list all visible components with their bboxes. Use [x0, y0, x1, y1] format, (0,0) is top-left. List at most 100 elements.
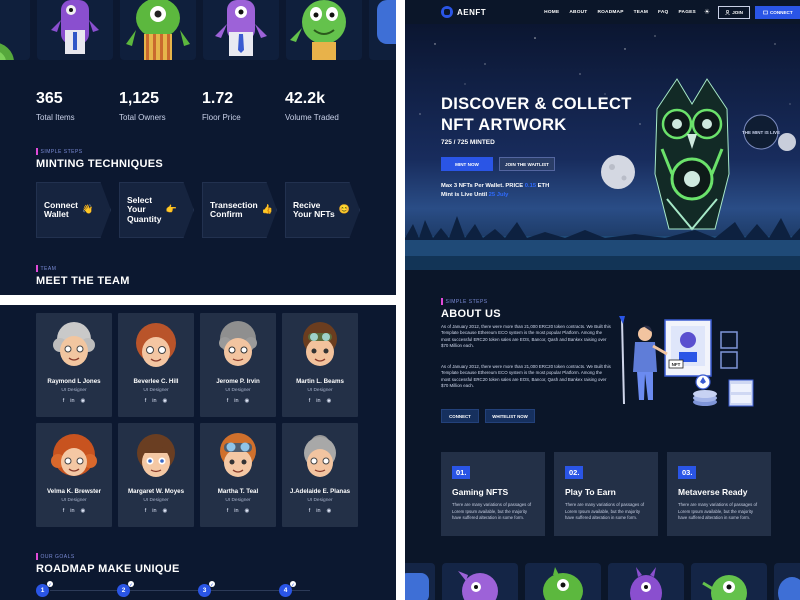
linkedin-icon[interactable]: in — [70, 508, 74, 514]
nav-about[interactable]: ABOUT — [569, 10, 587, 15]
stats-minting-panel: 365 Total Items 1,125 Total Owners 1.72 … — [0, 0, 396, 295]
facebook-icon[interactable]: f — [309, 508, 311, 514]
member-name: Martin L. Beams — [296, 378, 344, 385]
team-card[interactable]: J.Adelaide E. Planas UI Designer f in ◉ — [282, 423, 358, 527]
linkedin-icon[interactable]: in — [234, 508, 238, 514]
wallet-icon — [763, 10, 768, 14]
owl-nft-artwork[interactable] — [654, 78, 730, 231]
step-text: Transection — [210, 199, 258, 210]
nft-monster-image[interactable] — [369, 0, 396, 60]
stat-value: 1,125 — [119, 90, 160, 107]
step-transection-confirm[interactable]: Transection Confirm 👍 — [202, 182, 277, 238]
feature-card-play-to-earn[interactable]: 02. Play To Earn There are many variatio… — [554, 452, 658, 536]
facebook-icon[interactable]: f — [63, 508, 65, 514]
step-text: Confirm — [210, 209, 243, 219]
feature-title: Metaverse Ready — [678, 487, 748, 497]
nft-monster-image[interactable] — [525, 563, 601, 600]
step-receive-nfts[interactable]: Recive Your NFTs 😊 — [285, 182, 360, 238]
feature-number: 03. — [678, 466, 697, 479]
whatsapp-icon[interactable]: ◉ — [81, 508, 86, 514]
step-text: Quantity — [127, 213, 162, 224]
mint-live-badge: THE MINT IS LIVE — [742, 114, 780, 150]
about-header: SIMPLE STEPS ABOUT US — [441, 298, 501, 321]
linkedin-icon[interactable]: in — [152, 398, 156, 404]
facebook-icon[interactable]: f — [309, 398, 311, 404]
whatsapp-icon[interactable]: ◉ — [327, 508, 332, 514]
roadmap-step-badge[interactable]: 4 — [279, 581, 296, 597]
whatsapp-icon[interactable]: ◉ — [163, 508, 168, 514]
whatsapp-icon[interactable]: ◉ — [81, 398, 86, 404]
section-eyebrow: SIMPLE STEPS — [36, 148, 163, 155]
whitelist-now-button[interactable]: WHITELIST NOW — [485, 409, 535, 423]
whatsapp-icon[interactable]: ◉ — [327, 398, 332, 404]
linkedin-icon[interactable]: in — [152, 508, 156, 514]
about-connect-button[interactable]: CONNECT — [441, 409, 479, 423]
wave-hand-icon: 👋 — [82, 204, 94, 215]
facebook-icon[interactable]: f — [227, 398, 229, 404]
roadmap-step-badge[interactable]: 1 — [36, 581, 53, 597]
roadmap-step-badge[interactable]: 3 — [198, 581, 215, 597]
nft-monster-image[interactable] — [691, 563, 767, 600]
member-name: J.Adelaide E. Planas — [289, 488, 351, 495]
smile-icon: 😊 — [338, 204, 350, 215]
nft-monster-image[interactable] — [0, 0, 30, 60]
facebook-icon[interactable]: f — [145, 508, 147, 514]
connect-wallet-button[interactable]: CONNECT — [754, 5, 800, 19]
facebook-icon[interactable]: f — [145, 398, 147, 404]
nft-monster-image[interactable] — [37, 0, 113, 60]
linkedin-icon[interactable]: in — [316, 398, 320, 404]
team-card[interactable]: Martin L. Beams UI Designer f in ◉ — [282, 313, 358, 417]
member-name: Margaret W. Moyes — [127, 488, 185, 495]
nft-monster-image[interactable] — [203, 0, 279, 60]
team-card[interactable]: Raymond L Jones UI Designer f in ◉ — [36, 313, 112, 417]
linkedin-icon[interactable]: in — [234, 398, 238, 404]
facebook-icon[interactable]: f — [227, 508, 229, 514]
step-select-quantity[interactable]: Select Your Quantity 👉 — [119, 182, 194, 238]
whatsapp-icon[interactable]: ◉ — [245, 508, 250, 514]
nav-team[interactable]: TEAM — [634, 10, 648, 15]
team-card[interactable]: Margaret W. Moyes UI Designer f in ◉ — [118, 423, 194, 527]
point-hand-icon: 👉 — [165, 204, 177, 215]
member-avatar — [220, 433, 256, 477]
section-title: MINTING TECHNIQUES — [36, 158, 164, 170]
nav-roadmap[interactable]: ROADMAP — [597, 10, 623, 15]
feature-card-metaverse[interactable]: 03. Metaverse Ready There are many varia… — [667, 452, 771, 536]
nft-monster-image[interactable] — [608, 563, 684, 600]
nav-home[interactable]: HOME — [544, 10, 559, 15]
team-card[interactable]: Jerome P. Irvin UI Designer f in ◉ — [200, 313, 276, 417]
whatsapp-icon[interactable]: ◉ — [163, 398, 168, 404]
roadmap-step-badge[interactable]: 2 — [117, 581, 134, 597]
stat-value: 1.72 — [202, 90, 234, 107]
stat-label: Volume Traded — [285, 113, 339, 122]
linkedin-icon[interactable]: in — [70, 398, 74, 404]
feature-number: 01. — [452, 466, 471, 479]
linkedin-icon[interactable]: in — [316, 508, 320, 514]
team-card[interactable]: Velma K. Brewster UI Designer f in ◉ — [36, 423, 112, 527]
team-card[interactable]: Beverlee C. Hill UI Designer f in ◉ — [118, 313, 194, 417]
mint-now-button[interactable]: MINT NOW — [441, 157, 493, 171]
hero-banner: THE MINT IS LIVE DISCOVER & COLLECT NFT A… — [405, 24, 800, 270]
nft-monster-image[interactable] — [120, 0, 196, 60]
nav-faq[interactable]: FAQ — [658, 10, 668, 15]
nav-pages[interactable]: PAGES — [678, 10, 695, 15]
whatsapp-icon[interactable]: ◉ — [245, 398, 250, 404]
night-landscape-illustration: THE MINT IS LIVE — [405, 35, 800, 270]
facebook-icon[interactable]: f — [63, 398, 65, 404]
theme-toggle-icon[interactable]: ☀ — [704, 8, 710, 16]
feature-number: 02. — [565, 466, 584, 479]
nft-monster-image[interactable] — [405, 563, 435, 600]
stat-total-owners: 1,125 Total Owners — [119, 90, 202, 122]
price-value: 0.15 — [524, 183, 537, 189]
join-waitlist-button[interactable]: JOIN THE WAITLIST — [499, 157, 555, 171]
section-eyebrow: OUR GOALS — [36, 553, 180, 560]
member-role: UI Designer — [143, 498, 169, 503]
nft-monster-image[interactable] — [286, 0, 362, 60]
nft-monster-image[interactable] — [774, 563, 800, 600]
feature-card-gaming[interactable]: 01. Gaming NFTS There are many variation… — [441, 452, 545, 536]
step-connect-wallet[interactable]: Connect Wallet 👋 — [36, 182, 111, 238]
step-text: Your — [127, 204, 146, 215]
team-card[interactable]: Martha T. Teal UI Designer f in ◉ — [200, 423, 276, 527]
nft-monster-image[interactable] — [442, 563, 518, 600]
join-button[interactable]: JOIN — [718, 5, 750, 19]
brand-logo[interactable]: AENFT — [441, 6, 486, 18]
